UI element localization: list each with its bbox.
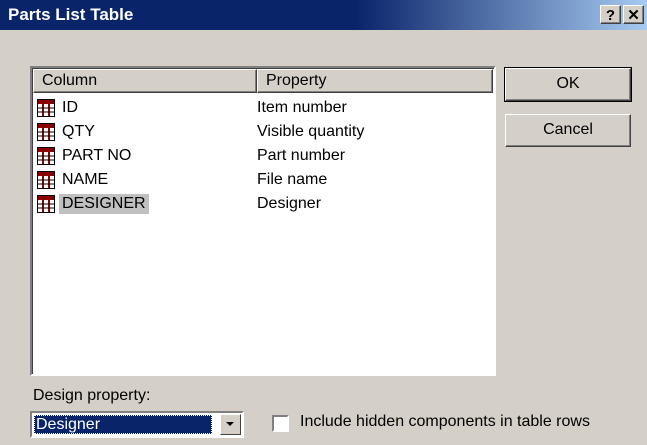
design-property-label: Design property: (33, 387, 151, 404)
row-property: Item number (257, 99, 347, 116)
list-item[interactable]: PART NO Part number (33, 144, 493, 168)
row-property: File name (257, 171, 328, 188)
table-column-icon (37, 123, 55, 141)
window-title: Parts List Table (8, 5, 134, 24)
row-property: Visible quantity (257, 123, 365, 140)
ok-button[interactable]: OK (504, 67, 632, 102)
list-item[interactable]: QTY Visible quantity (33, 120, 493, 144)
help-button[interactable]: ? (600, 5, 621, 24)
include-hidden-checkbox[interactable] (272, 415, 289, 432)
list-item[interactable]: ID Item number (33, 96, 493, 120)
dropdown-arrow-icon[interactable] (220, 414, 241, 435)
row-column-name: NAME (62, 171, 109, 188)
table-column-icon (37, 195, 55, 213)
row-property: Designer (257, 195, 322, 212)
design-property-value: Designer (34, 415, 212, 434)
header-column[interactable]: Column (33, 69, 257, 93)
columns-list[interactable]: Column Property ID Item number QTY Visib… (30, 66, 496, 376)
list-item-selected[interactable]: DESIGNER Designer (33, 192, 493, 216)
table-column-icon (37, 171, 55, 189)
row-column-name: ID (62, 99, 78, 116)
header-property[interactable]: Property (257, 69, 493, 93)
list-header: Column Property (33, 69, 493, 93)
cancel-button[interactable]: Cancel (505, 114, 631, 147)
title-bar[interactable]: Parts List Table ? ✕ (0, 0, 647, 30)
list-item[interactable]: NAME File name (33, 168, 493, 192)
design-property-select[interactable]: Designer (30, 411, 244, 438)
row-column-name: QTY (62, 123, 95, 140)
table-column-icon (37, 99, 55, 117)
table-column-icon (37, 147, 55, 165)
include-hidden-label[interactable]: Include hidden components in table rows (300, 413, 590, 431)
row-column-name: DESIGNER (59, 194, 149, 214)
close-button[interactable]: ✕ (623, 5, 644, 24)
row-column-name: PART NO (62, 147, 132, 164)
row-property: Part number (257, 147, 346, 164)
